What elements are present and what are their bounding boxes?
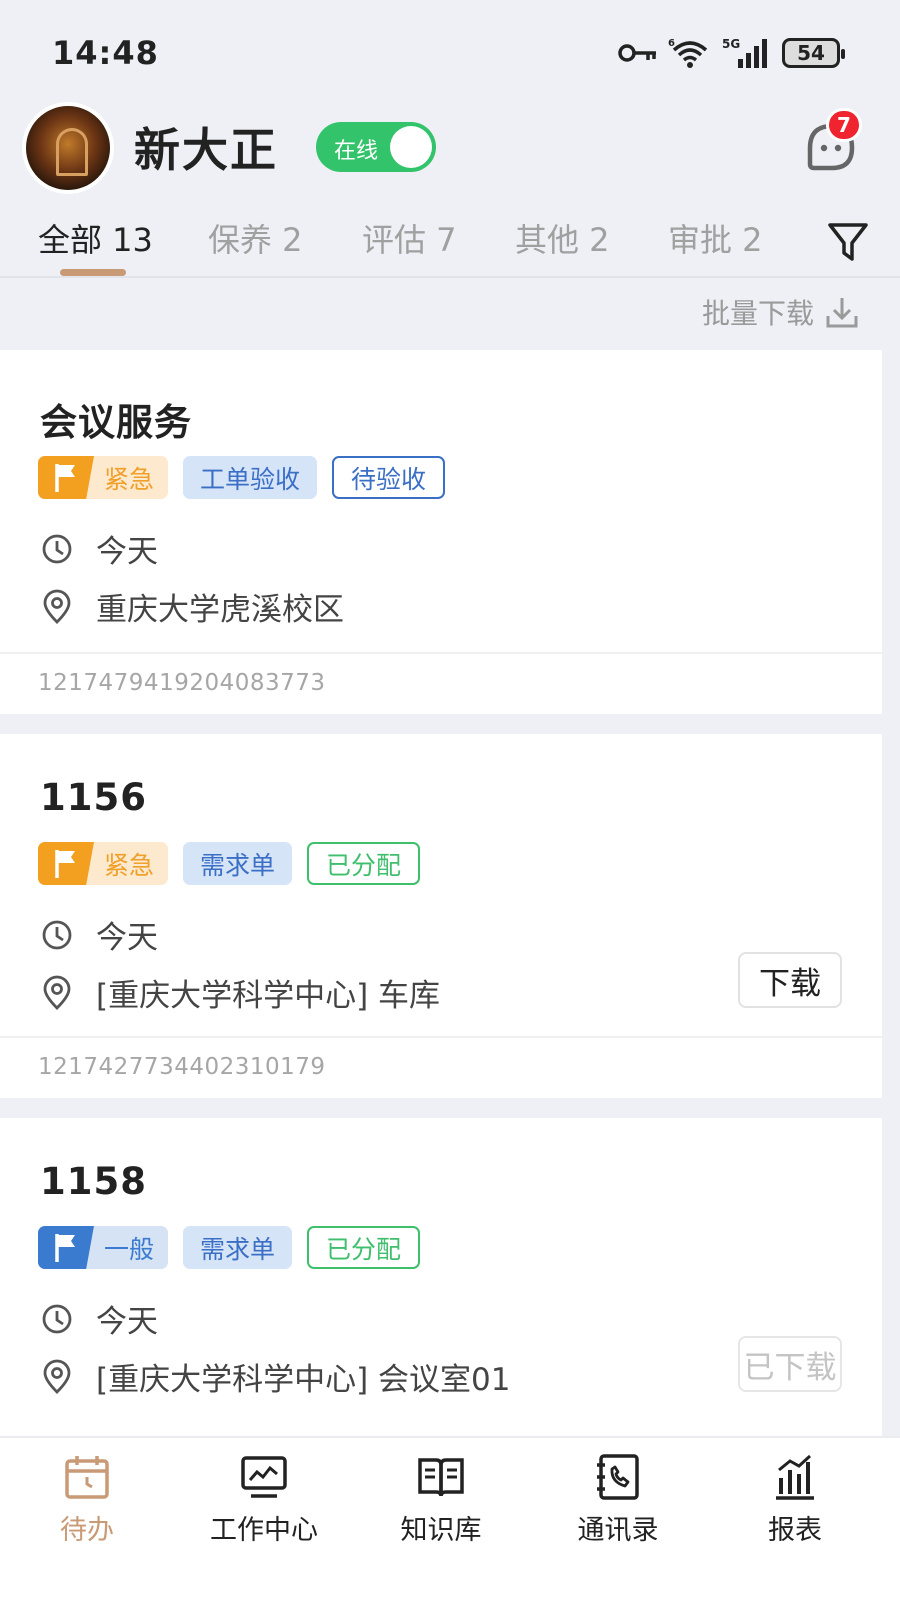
vpn-key-icon [618, 44, 656, 62]
clock-icon [42, 534, 72, 563]
location-row: 重庆大学虎溪校区 [40, 584, 344, 629]
location-text: 重庆大学虎溪校区 [96, 592, 344, 628]
tab-maintenance[interactable]: 保养 2 [208, 215, 303, 261]
card-title: 1156 [40, 776, 147, 819]
location-row: [重庆大学科学中心] 车库 [40, 970, 440, 1015]
location-pin-icon [43, 589, 71, 624]
priority-tag: 紧急 [38, 456, 169, 499]
tab-assessment[interactable]: 评估 7 [362, 215, 457, 261]
type-tag: 需求单 [183, 1226, 293, 1269]
status-icons: 6 5G 54 [618, 36, 845, 70]
type-tag: 需求单 [183, 842, 293, 885]
work-order-card[interactable]: 1156 紧急 需求单 已分配 今天 [重庆大学科学中心] 车库 下载 1217… [0, 734, 882, 1098]
online-status-label: 在线 [334, 139, 379, 164]
location-pin-icon [43, 975, 71, 1010]
message-count-badge: 7 [826, 108, 862, 142]
priority-label: 紧急 [104, 850, 155, 880]
filter-icon[interactable] [826, 219, 870, 263]
cellular-signal-icon: 5G [722, 37, 767, 68]
monitor-icon [241, 1456, 287, 1498]
location-text: [重庆大学科学中心] 会议室01 [96, 1362, 511, 1398]
priority-tag: 紧急 [38, 842, 169, 885]
priority-label: 紧急 [104, 464, 155, 494]
user-name: 新大正 [134, 123, 278, 177]
nav-label: 工作中心 [210, 1515, 318, 1546]
network-type-label: 5G [722, 37, 740, 51]
phone-book-icon [597, 1454, 639, 1500]
batch-download-button[interactable]: 批量下载 [702, 292, 860, 332]
type-tag: 工单验收 [183, 456, 318, 499]
order-id: 1217427734402310179 [38, 1054, 326, 1080]
nav-label: 待办 [60, 1515, 114, 1546]
downloaded-button[interactable]: 已下载 [738, 1336, 842, 1392]
batch-download-label: 批量下载 [701, 297, 814, 330]
tabs-divider [0, 276, 900, 278]
clock-icon [42, 1304, 72, 1333]
clock-icon [42, 920, 72, 949]
wifi-6-label: 6 [668, 38, 675, 49]
app-header: 新大正 在线 7 [0, 100, 900, 195]
time-text: 今天 [96, 920, 158, 956]
status-bar: 14:48 6 5G 54 [0, 0, 900, 100]
nav-item-contacts[interactable]: 通讯录 [543, 1452, 693, 1547]
time-row: 今天 [40, 1296, 158, 1341]
tab-other[interactable]: 其他 2 [515, 215, 610, 261]
download-button[interactable]: 下载 [738, 952, 842, 1008]
status-tag: 已分配 [307, 842, 421, 885]
active-tab-indicator [60, 269, 126, 276]
tag-row: 一般 需求单 已分配 [38, 1226, 421, 1269]
flag-icon [55, 463, 75, 492]
tag-row: 紧急 需求单 已分配 [38, 842, 421, 885]
priority-tag: 一般 [38, 1226, 169, 1269]
work-order-card[interactable]: 会议服务 紧急 工单验收 待验收 今天 重庆大学虎溪校区 12174794192… [0, 350, 882, 714]
tab-approval[interactable]: 审批 2 [668, 215, 763, 261]
status-time: 14:48 [52, 34, 159, 72]
status-tag: 已分配 [307, 1226, 421, 1269]
status-tag: 待验收 [332, 456, 446, 499]
time-text: 今天 [96, 534, 158, 570]
card-divider [0, 652, 882, 654]
flag-icon [55, 849, 75, 878]
nav-label: 报表 [768, 1515, 822, 1546]
card-title: 会议服务 [40, 401, 192, 444]
location-text: [重庆大学科学中心] 车库 [96, 978, 441, 1014]
location-row: [重庆大学科学中心] 会议室01 [40, 1354, 511, 1399]
tag-row: 紧急 工单验收 待验收 [38, 456, 446, 499]
nav-item-reports[interactable]: 报表 [720, 1452, 870, 1547]
category-tabs: 全部 13 保养 2 评估 7 其他 2 审批 2 [0, 205, 900, 280]
order-id: 1217479419204083773 [38, 670, 326, 696]
work-order-card[interactable]: 1158 一般 需求单 已分配 今天 [重庆大学科学中心] 会议室01 已下载 [0, 1118, 882, 1436]
nav-item-knowledge-base[interactable]: 知识库 [366, 1452, 516, 1547]
download-icon [826, 298, 858, 328]
battery-level: 54 [797, 41, 825, 65]
card-title: 1158 [40, 1160, 147, 1203]
battery-indicator: 54 [782, 38, 845, 68]
card-divider [0, 1036, 882, 1038]
flag-icon [55, 1233, 75, 1262]
nav-label: 知识库 [400, 1515, 482, 1546]
bar-chart-icon [776, 1454, 814, 1500]
tab-all[interactable]: 全部 13 [38, 215, 153, 261]
wifi-icon: 6 [668, 38, 708, 68]
avatar[interactable] [22, 102, 114, 194]
online-status-toggle[interactable]: 在线 [316, 122, 436, 172]
time-text: 今天 [96, 1304, 158, 1340]
nav-label: 通讯录 [577, 1515, 659, 1546]
nav-item-work-center[interactable]: 工作中心 [189, 1452, 339, 1547]
toggle-knob [390, 126, 432, 168]
priority-label: 一般 [104, 1234, 155, 1264]
time-row: 今天 [40, 912, 158, 957]
time-row: 今天 [40, 526, 158, 571]
nav-item-todo[interactable]: 待办 [12, 1452, 162, 1547]
calendar-icon [65, 1456, 109, 1499]
location-pin-icon [43, 1359, 71, 1394]
bottom-navigation: 待办 工作中心 知识库 通讯录 报表 [0, 1436, 900, 1600]
book-icon [418, 1458, 464, 1497]
